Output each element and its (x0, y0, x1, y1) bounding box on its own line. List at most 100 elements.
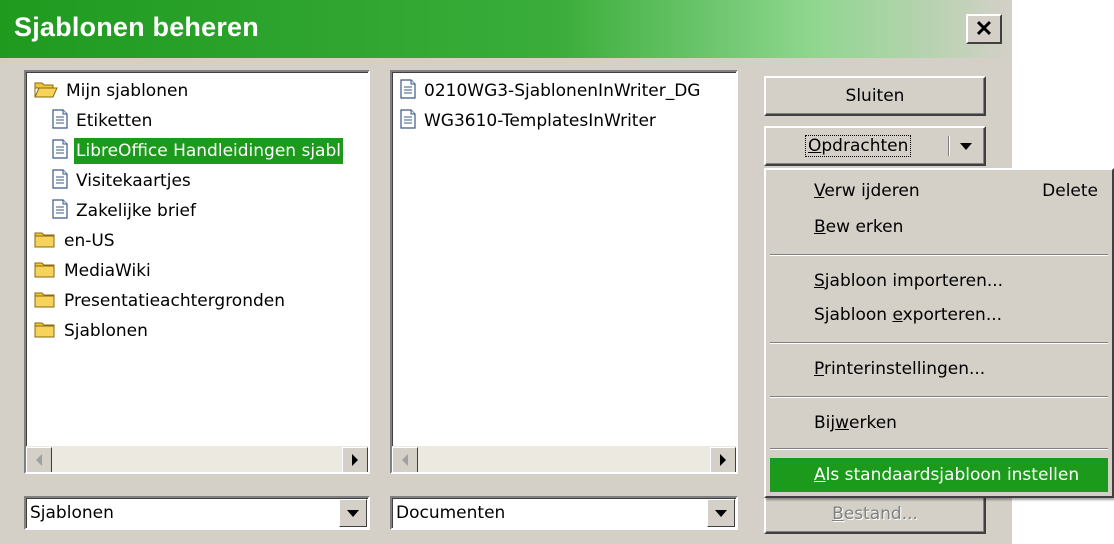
commands-popup-menu: Verw ijderen Delete Bew erken Sjabloon impo… (764, 168, 1114, 498)
label-mnemonic: e (892, 305, 903, 325)
left-source-dropdown[interactable]: Sjablonen (24, 496, 370, 530)
folder-icon (34, 230, 56, 253)
horizontal-scrollbar[interactable] (26, 446, 368, 472)
label-part: rinterinstellingen... (823, 359, 986, 379)
tree-item-label: Visitekaartjes (76, 171, 191, 191)
document-icon (52, 198, 68, 224)
commands-button[interactable]: Opdrachten (764, 126, 986, 166)
menu-item-label: Bijwerken (814, 413, 897, 433)
arrow-left-icon (36, 454, 42, 466)
label-part: estand... (843, 504, 918, 524)
tree-item-label: MediaWiki (64, 261, 151, 281)
tree-item-label: Sjablonen (64, 321, 148, 341)
tree-item-label: LibreOffice Handleidingen sjabl (74, 138, 343, 164)
tree-item-label: en-US (64, 231, 115, 251)
tree-item[interactable]: LibreOffice Handleidingen sjabl (52, 136, 343, 166)
chevron-down-icon[interactable] (960, 143, 972, 150)
chevron-down-icon (347, 509, 359, 517)
document-icon (52, 138, 68, 164)
document-icon (400, 108, 416, 134)
label-part: Bij (814, 413, 836, 433)
label-part: erken (849, 413, 897, 433)
document-item-label: 0210WG3-SjablonenInWriter_DG (424, 81, 701, 101)
label-mnemonic: V (814, 181, 825, 201)
close-window-button[interactable]: ✕ (966, 14, 1002, 44)
tree-item[interactable]: Etiketten (52, 106, 154, 136)
dropdown-button[interactable] (339, 499, 367, 527)
menu-item[interactable]: Verw ijderen Delete (770, 174, 1108, 208)
label-mnemonic: A (814, 465, 826, 485)
folder-icon (34, 290, 56, 313)
documents-list[interactable]: 0210WG3-SjablonenInWriter_DG WG3610-Templ… (390, 70, 738, 474)
label-part: jabloon importeren... (824, 271, 1004, 291)
label-mnemonic: O (808, 136, 822, 156)
menu-item-label: Printerinstellingen... (814, 359, 985, 379)
tree-item[interactable]: en-US (34, 226, 117, 256)
scroll-right-button[interactable] (342, 447, 368, 472)
menu-separator (770, 254, 1108, 256)
menu-item[interactable]: Printerinstellingen... (770, 352, 1108, 386)
close-button-label: Sluiten (845, 86, 905, 106)
tree-item[interactable]: Visitekaartjes (52, 166, 193, 196)
tree-item[interactable]: Mijn sjablonen (34, 76, 190, 106)
split-separator (948, 136, 950, 156)
dialog-title: Sjablonen beheren (14, 12, 259, 42)
label-part: pdrachten (821, 136, 909, 156)
menu-item-label: Verw ijderen (814, 181, 920, 201)
folder-icon (34, 320, 56, 343)
label-mnemonic: w (835, 413, 850, 433)
arrow-left-icon (402, 454, 408, 466)
menu-separator (770, 342, 1108, 344)
title-bar[interactable]: Sjablonen beheren ✕ (0, 0, 1012, 58)
document-item[interactable]: WG3610-TemplatesInWriter (400, 106, 658, 136)
right-source-dropdown[interactable]: Documenten (390, 496, 738, 530)
label-mnemonic: S (814, 271, 825, 291)
tree-item-label: Etiketten (76, 111, 153, 131)
tree-item-label: Zakelijke brief (76, 201, 196, 221)
close-button[interactable]: Sluiten (764, 76, 986, 116)
menu-item-label: Bew erken (814, 217, 903, 237)
label-part: ls standaardsjabloon instellen (825, 465, 1080, 485)
scroll-left-button[interactable] (26, 447, 52, 472)
menu-item[interactable]: Bew erken (770, 210, 1108, 244)
folder-open-icon (34, 80, 58, 103)
file-button[interactable]: Bestand... (764, 494, 986, 534)
menu-item-label: Als standaardsjabloon instellen (814, 465, 1079, 485)
template-categories-list[interactable]: Mijn sjablonen Etiketten LibreOffice Handl… (24, 70, 370, 474)
close-icon: ✕ (974, 16, 994, 41)
tree-item[interactable]: Sjablonen (34, 316, 150, 346)
arrow-right-icon (352, 454, 358, 466)
label-mnemonic: B (832, 504, 844, 524)
arrow-right-icon (720, 454, 726, 466)
menu-item-label: Sjabloon exporteren... (814, 305, 1002, 325)
tree-item[interactable]: MediaWiki (34, 256, 153, 286)
menu-item[interactable]: Bijwerken (770, 406, 1108, 440)
menu-item-shortcut: Delete (1042, 181, 1098, 201)
dropdown-value: Documenten (396, 503, 506, 523)
dropdown-value: Sjablonen (30, 503, 114, 523)
label-mnemonic: B (814, 217, 826, 237)
menu-item[interactable]: Sjabloon exporteren... (770, 298, 1108, 332)
file-button-label: Bestand... (832, 504, 918, 524)
tree-item[interactable]: Presentatieachtergronden (34, 286, 287, 316)
folder-icon (34, 260, 56, 283)
dropdown-button[interactable] (707, 499, 735, 527)
menu-separator (770, 448, 1108, 450)
horizontal-scrollbar[interactable] (392, 446, 736, 472)
label-mnemonic: P (814, 359, 824, 379)
menu-item-label: Sjabloon importeren... (814, 271, 1003, 291)
label-part: ew erken (825, 217, 904, 237)
document-icon (52, 168, 68, 194)
label-part: Sjabloon (814, 305, 893, 325)
label-part: xporteren... (902, 305, 1003, 325)
document-item-label: WG3610-TemplatesInWriter (424, 111, 656, 131)
commands-button-label: Opdrachten (804, 135, 912, 157)
tree-item-label: Presentatieachtergronden (64, 291, 286, 311)
menu-item[interactable]: Als standaardsjabloon instellen (770, 458, 1108, 492)
scroll-left-button[interactable] (392, 447, 418, 472)
menu-item[interactable]: Sjabloon importeren... (770, 264, 1108, 298)
document-item[interactable]: 0210WG3-SjablonenInWriter_DG (400, 76, 702, 106)
scroll-right-button[interactable] (710, 447, 736, 472)
document-icon (400, 78, 416, 104)
tree-item[interactable]: Zakelijke brief (52, 196, 198, 226)
